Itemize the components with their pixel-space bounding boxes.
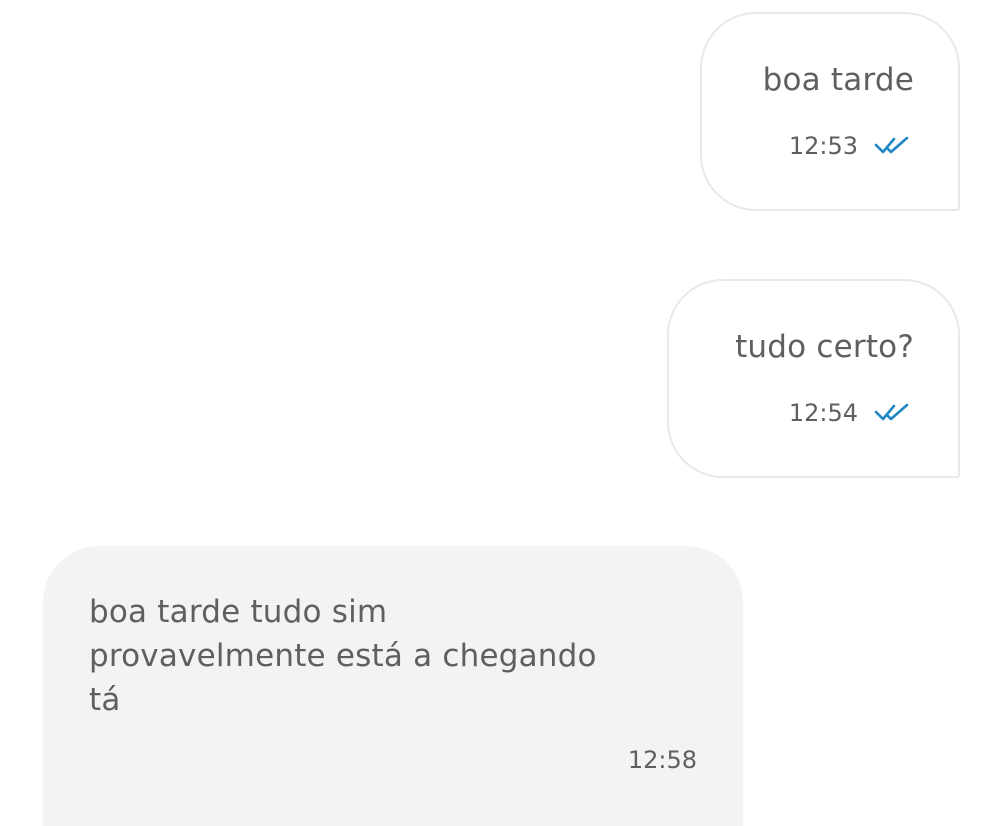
message-timestamp: 12:53 (788, 132, 858, 160)
message-text: tudo certo? (735, 329, 914, 365)
message-bubble-outgoing[interactable]: boa tarde 12:53 (700, 12, 960, 211)
double-check-icon (874, 135, 912, 157)
message-timestamp: 12:58 (627, 746, 697, 774)
message-meta: 12:58 (628, 746, 697, 774)
message-text: boa tarde tudo sim provavelmente está a … (89, 590, 597, 722)
double-check-icon (874, 402, 912, 424)
message-timestamp: 12:54 (788, 399, 858, 427)
message-text-line: provavelmente está a chegando (89, 638, 597, 674)
message-text-line: boa tarde tudo sim (89, 594, 388, 630)
message-meta: 12:54 (789, 399, 912, 427)
message-text-line: tá (89, 682, 121, 718)
message-bubble-outgoing[interactable]: tudo certo? 12:54 (667, 279, 960, 478)
chat-message-list: boa tarde 12:53 tudo certo? 12:54 boa ta… (0, 0, 1000, 826)
message-meta: 12:53 (789, 132, 912, 160)
message-text: boa tarde (762, 62, 914, 98)
message-bubble-incoming[interactable]: boa tarde tudo sim provavelmente está a … (43, 546, 743, 826)
